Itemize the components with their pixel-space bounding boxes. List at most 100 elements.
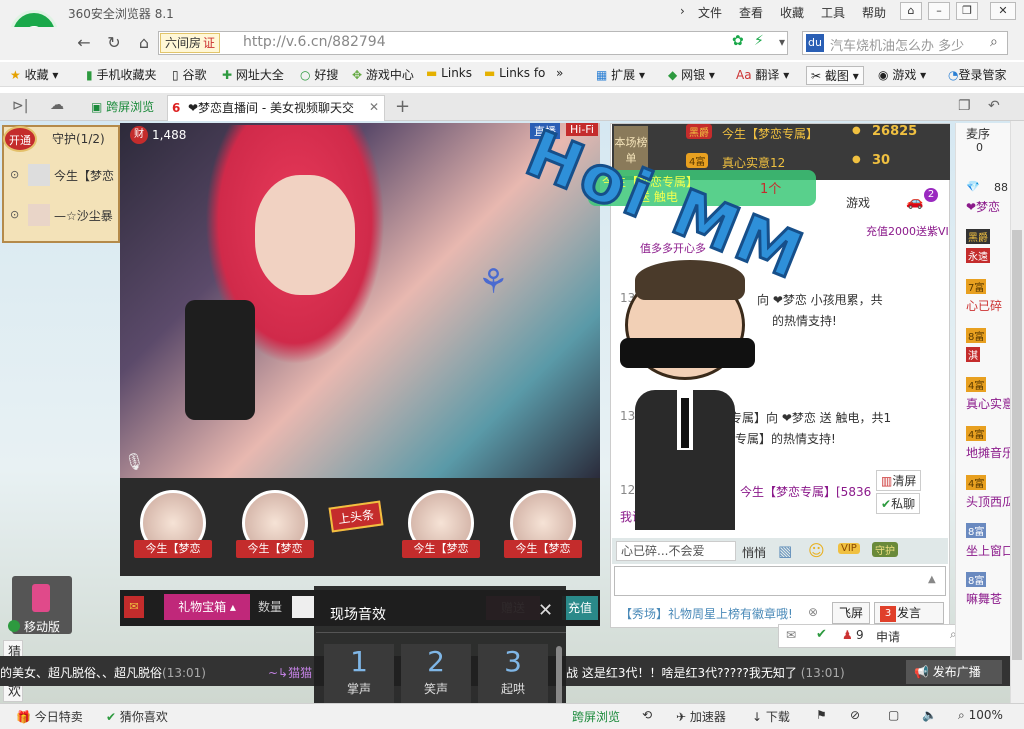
recharge-button[interactable]: 充值 bbox=[562, 596, 598, 620]
guard-member[interactable]: —☆沙尘暴 bbox=[54, 207, 113, 224]
quiet-toggle[interactable]: 悄悄 bbox=[742, 544, 766, 561]
tab-cross-screen[interactable]: ▣ 跨屏浏览 bbox=[87, 95, 161, 120]
site-identity-badge[interactable]: 六间房证 bbox=[160, 33, 221, 53]
sound-laugh-button[interactable]: 2 笑声 bbox=[401, 644, 471, 706]
gift-box-button[interactable]: 礼物宝箱 ▴ bbox=[164, 594, 250, 620]
sound-applause-button[interactable]: 1 掌声 bbox=[324, 644, 394, 706]
flag-icon[interactable]: ⚑ bbox=[816, 708, 827, 722]
tab-game[interactable]: 游戏 bbox=[846, 194, 870, 211]
volume-icon[interactable]: 🔈 bbox=[922, 708, 937, 722]
check-circle-icon[interactable]: ✔ bbox=[816, 627, 827, 642]
guard-badge-icon[interactable]: 守护 bbox=[872, 542, 898, 557]
menu-help[interactable]: 帮助 bbox=[862, 4, 886, 21]
history-icon[interactable]: ⟲ bbox=[642, 708, 652, 722]
fav-mobile[interactable]: ▮ 手机收藏夹 bbox=[86, 66, 156, 83]
favorites-button[interactable]: ★ 收藏 ▾ bbox=[10, 66, 58, 83]
menu-favorites[interactable]: 收藏 bbox=[780, 4, 804, 21]
apply-mic-button[interactable]: 申请 bbox=[876, 628, 900, 645]
mail-icon[interactable]: ✉ bbox=[786, 628, 796, 642]
rank-name[interactable]: 今生【梦恋专属】 bbox=[722, 125, 818, 142]
guard-open-button[interactable]: 开通 bbox=[3, 126, 37, 152]
url-text[interactable]: http://v.6.cn/882794 bbox=[243, 34, 386, 50]
fav-haosou[interactable]: ○ 好搜 bbox=[300, 66, 338, 83]
skin-icon[interactable]: ⌂ bbox=[900, 2, 922, 20]
cloud-icon[interactable]: ☁ bbox=[50, 97, 64, 113]
car-icon[interactable]: 🚗 bbox=[906, 194, 923, 210]
fav-portal[interactable]: ✚ 网址大全 bbox=[222, 66, 284, 83]
close-icon[interactable]: ✕ bbox=[538, 600, 553, 621]
user-badge: 8富 bbox=[966, 328, 987, 343]
tab-close-icon[interactable]: ✕ bbox=[369, 100, 379, 114]
home-icon[interactable]: ⌂ bbox=[132, 32, 156, 54]
close-button[interactable]: ✕ bbox=[990, 2, 1016, 20]
user-name[interactable]: ❤梦恋 bbox=[966, 198, 1000, 215]
emoji-icon[interactable]: ☺ bbox=[808, 541, 825, 560]
user-name[interactable]: 真心实意 bbox=[966, 395, 1010, 412]
login-manager-button[interactable]: ◔登录管家 bbox=[948, 66, 1007, 83]
speed-icon[interactable]: ⚡ bbox=[754, 33, 764, 49]
sound-cheer-button[interactable]: 3 起哄 bbox=[478, 644, 548, 706]
secure-icon[interactable]: ✿ bbox=[732, 33, 744, 49]
fav-links[interactable]: ▬ Links bbox=[426, 66, 472, 80]
fly-screen-button[interactable]: 飞屏 bbox=[832, 602, 870, 624]
refresh-icon[interactable]: ↻ bbox=[102, 32, 126, 54]
user-name[interactable]: 心已碎 bbox=[966, 297, 1002, 314]
avatar[interactable] bbox=[28, 164, 50, 186]
cross-screen-status[interactable]: 跨屏浏览 bbox=[572, 708, 620, 725]
zoom-control[interactable]: ⌕ 100% bbox=[958, 708, 1003, 723]
translate-button[interactable]: Aa 翻译 ▾ bbox=[736, 66, 789, 83]
baidu-icon[interactable]: du bbox=[806, 34, 824, 52]
chat-input[interactable] bbox=[614, 566, 946, 596]
restore-tab-icon[interactable]: ❐ bbox=[958, 98, 971, 114]
clear-screen-button[interactable]: ▥清屏 bbox=[876, 470, 922, 491]
fav-linksfo[interactable]: ▬ Links fo bbox=[484, 66, 545, 80]
search-icon[interactable]: ⌕ bbox=[990, 34, 998, 50]
user-name[interactable]: 嘛舞苍 bbox=[966, 590, 1010, 607]
ext-button[interactable]: ▦ 扩展 ▾ bbox=[596, 66, 645, 83]
maximize-button[interactable]: ❐ bbox=[956, 2, 978, 20]
screenshot-button[interactable]: ✂ 截图 ▾ bbox=[806, 66, 864, 85]
publish-broadcast-button[interactable]: 📢 发布广播 bbox=[906, 660, 1002, 684]
microphone-icon[interactable]: 🎙 bbox=[124, 452, 144, 471]
fav-google[interactable]: ▯ 谷歌 bbox=[172, 66, 206, 83]
user-name[interactable]: 坐上窗口 bbox=[966, 542, 1010, 559]
new-tab-icon[interactable]: + bbox=[395, 96, 410, 117]
window-icon[interactable]: ▢ bbox=[888, 708, 899, 722]
fav-games[interactable]: ✥ 游戏中心 bbox=[352, 66, 414, 83]
menu-tools[interactable]: 工具 bbox=[821, 4, 845, 21]
scrollbar-thumb[interactable] bbox=[1012, 230, 1022, 660]
download[interactable]: ↓ 下载 bbox=[752, 708, 790, 725]
security-icon[interactable]: ⊘ bbox=[850, 708, 860, 722]
bank-button[interactable]: ◆ 网银 ▾ bbox=[668, 66, 715, 83]
guess-like-status[interactable]: ✔ 猜你喜欢 bbox=[106, 708, 168, 725]
tab-active[interactable]: 6 ❤梦恋直播间 - 美女视频聊天交 bbox=[167, 95, 385, 121]
check-icon: ✔ bbox=[106, 710, 117, 724]
minimize-button[interactable]: – bbox=[928, 2, 950, 20]
image-icon[interactable]: ▧ bbox=[778, 542, 792, 560]
user-name[interactable]: 地摊音乐 bbox=[966, 444, 1010, 461]
chevron-down-icon[interactable]: ▾ bbox=[779, 35, 785, 49]
search-input[interactable]: 汽车烧机油怎么办 多少 bbox=[830, 35, 964, 54]
rank-name[interactable]: 真心实意12 bbox=[722, 154, 785, 171]
chat-target-select[interactable]: 心已碎...不会爱 bbox=[616, 541, 736, 561]
back-icon[interactable]: ← bbox=[72, 32, 96, 54]
menu-view[interactable]: 查看 bbox=[739, 4, 763, 21]
menu-expand-icon[interactable]: › bbox=[680, 4, 685, 18]
vip-icon[interactable]: VIP bbox=[838, 543, 860, 554]
show-notice[interactable]: 【秀场】礼物周星上榜有徽章哦! bbox=[620, 605, 793, 622]
red-packet-icon[interactable]: ✉ bbox=[124, 596, 144, 618]
expand-up-icon[interactable]: ▲ bbox=[928, 574, 936, 585]
avatar[interactable] bbox=[28, 204, 50, 226]
more-favorites-icon[interactable]: » bbox=[556, 66, 563, 80]
accelerator[interactable]: ✈ 加速器 bbox=[676, 708, 726, 725]
private-chat-button[interactable]: ✔私聊 bbox=[876, 493, 921, 514]
today-deals[interactable]: 🎁 今日特卖 bbox=[16, 708, 83, 725]
notice-close-icon[interactable]: ⊗ bbox=[808, 605, 818, 619]
sidebar-toggle-icon[interactable]: ⊳| bbox=[12, 98, 28, 114]
menu-file[interactable]: 文件 bbox=[698, 4, 722, 21]
game-button[interactable]: ◉ 游戏 ▾ bbox=[878, 66, 926, 83]
user-name[interactable]: 头顶西瓜 bbox=[966, 493, 1010, 510]
quantity-input[interactable] bbox=[292, 596, 314, 618]
guard-member[interactable]: 今生【梦恋 bbox=[54, 167, 114, 184]
undo-icon[interactable]: ↶ bbox=[988, 98, 1000, 114]
